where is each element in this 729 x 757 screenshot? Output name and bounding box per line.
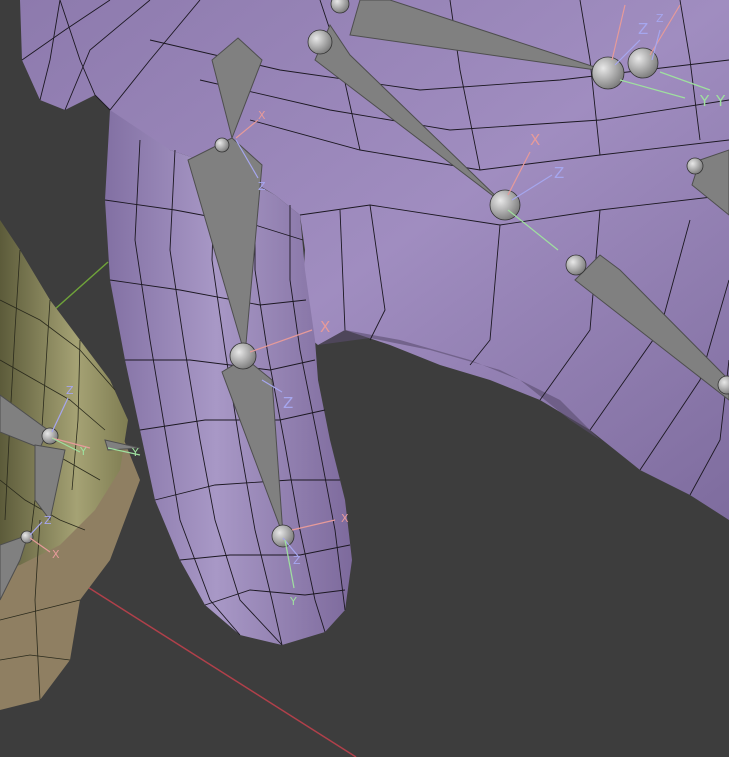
axis-label-x: X: [320, 318, 330, 336]
axis-label-z: Z: [283, 394, 293, 412]
axis-label-x: X: [341, 512, 349, 525]
axis-label-x: X: [52, 548, 60, 561]
axis-label-y: Y: [289, 595, 297, 608]
joint-metacarpal-1[interactable]: [307, 29, 333, 55]
axis-label-z: Z: [638, 20, 648, 38]
axis-label-z: Z: [44, 514, 52, 527]
joint-arm-b[interactable]: [20, 530, 34, 544]
axis-label-z: Z: [656, 12, 664, 25]
axis-label-y: Y: [131, 446, 139, 459]
joint-index-tip[interactable]: [271, 524, 295, 548]
3d-viewport[interactable]: X Z X Z X Z Y X Z Z Z Y Y Z Y Z X Y: [0, 0, 729, 757]
axis-label-x: X: [530, 131, 540, 149]
joint-index-base[interactable]: [214, 137, 230, 153]
axis-label-x: X: [258, 109, 266, 122]
axis-label-z: Z: [554, 164, 564, 182]
axis-label-z: Z: [293, 554, 301, 567]
axis-label-y: Y: [79, 445, 87, 458]
joint-knuckle-a[interactable]: [591, 56, 625, 90]
scene-canvas[interactable]: X Z X Z X Z Y X Z Z Z Y Y Z Y Z X Y: [0, 0, 729, 757]
axis-label-y: Y: [699, 92, 710, 110]
axis-label-z: Z: [66, 384, 74, 397]
joint-index-middle[interactable]: [229, 342, 257, 370]
axis-label-y: Y: [715, 92, 726, 110]
joint-ring-base[interactable]: [565, 254, 587, 276]
joint-little-base[interactable]: [686, 157, 704, 175]
axis-label-z: Z: [258, 180, 266, 193]
joint-arm-a[interactable]: [41, 427, 59, 445]
